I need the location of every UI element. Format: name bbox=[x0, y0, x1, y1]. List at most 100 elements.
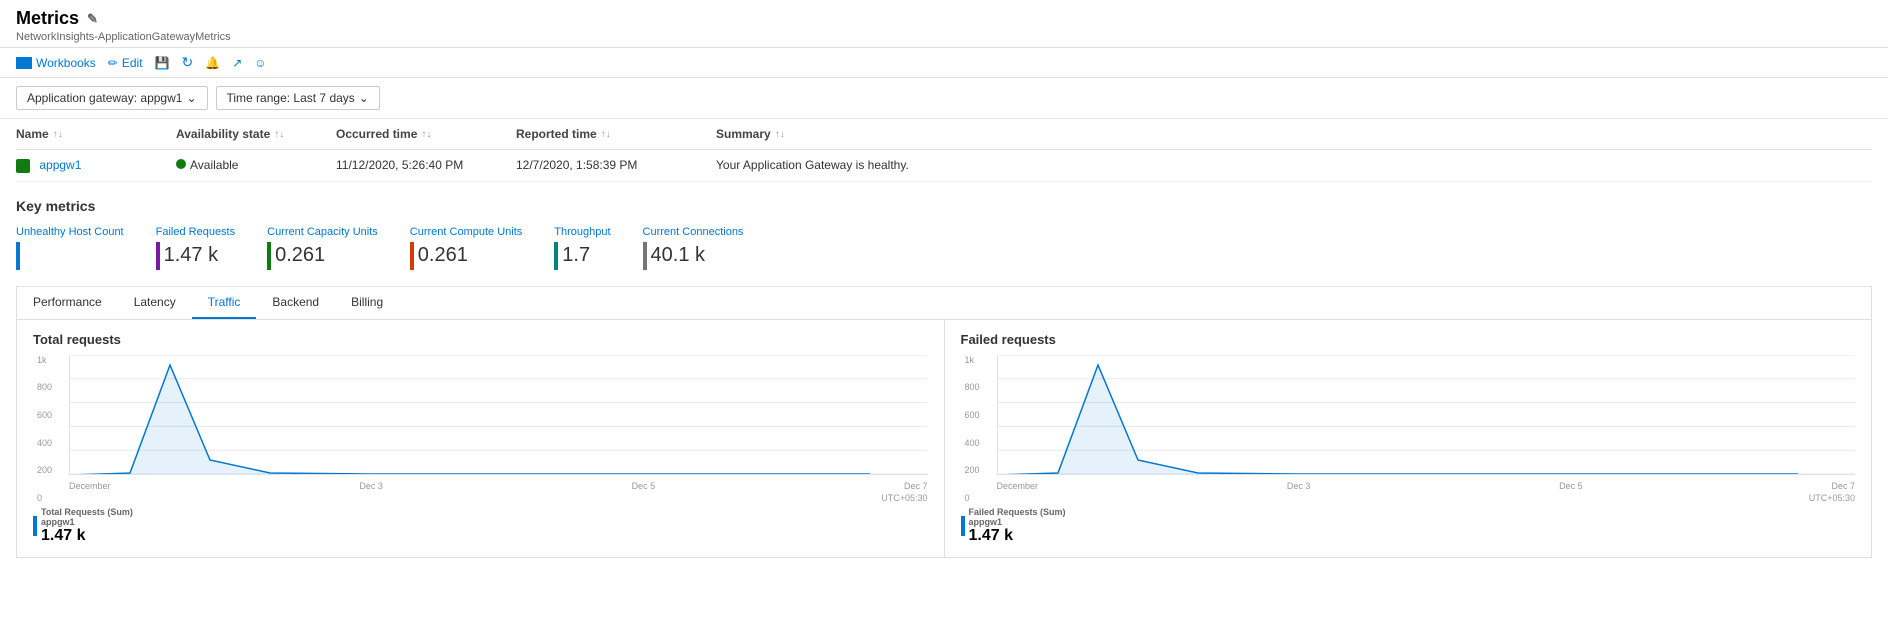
metric-unhealthy-label: Unhealthy Host Count bbox=[16, 226, 124, 238]
edit-pencil-icon[interactable]: ✎ bbox=[87, 11, 98, 27]
failed-requests-svg bbox=[998, 355, 1856, 474]
col-reported[interactable]: Reported time ↑↓ bbox=[516, 127, 716, 141]
charts-area: Total requests 1k 800 600 400 200 0 bbox=[17, 320, 1871, 557]
feedback-button[interactable]: ☺ bbox=[254, 56, 266, 70]
failed-requests-x-labels: December Dec 3 Dec 5 Dec 7 bbox=[997, 479, 1856, 493]
gateway-link[interactable]: appgw1 bbox=[39, 158, 81, 172]
failed-requests-title: Failed requests bbox=[961, 332, 1856, 347]
legend-bar-blue-failed bbox=[961, 516, 965, 536]
failed-requests-legend: Failed Requests (Sum) appgw1 1.47 k bbox=[961, 507, 1856, 545]
metric-bar-blue bbox=[16, 242, 20, 270]
failed-requests-chart bbox=[997, 355, 1856, 475]
gateway-icon bbox=[16, 159, 30, 173]
row-name[interactable]: appgw1 bbox=[16, 158, 176, 173]
metric-capacity-label: Current Capacity Units bbox=[267, 226, 378, 238]
col-actions bbox=[1792, 127, 1872, 141]
page-title: Metrics ✎ bbox=[16, 8, 1872, 29]
metric-failed-value: 1.47 k bbox=[156, 242, 236, 270]
metric-compute-label: Current Compute Units bbox=[410, 226, 523, 238]
key-metrics-title: Key metrics bbox=[16, 198, 1872, 214]
tab-traffic[interactable]: Traffic bbox=[192, 287, 257, 319]
metric-compute-units: Current Compute Units 0.261 bbox=[410, 226, 523, 270]
failed-requests-utc: UTC+05:30 bbox=[997, 493, 1856, 503]
alerts-button[interactable]: 🔔 bbox=[205, 56, 220, 70]
total-requests-utc: UTC+05:30 bbox=[69, 493, 928, 503]
metric-capacity-units: Current Capacity Units 0.261 bbox=[267, 226, 378, 270]
row-summary: Your Application Gateway is healthy. bbox=[716, 158, 1792, 172]
key-metrics-section: Key metrics Unhealthy Host Count Failed … bbox=[0, 182, 1888, 278]
bell-icon: 🔔 bbox=[205, 56, 220, 70]
tab-latency[interactable]: Latency bbox=[118, 287, 192, 319]
gateway-filter[interactable]: Application gateway: appgw1 ⌄ bbox=[16, 86, 208, 110]
breadcrumb: NetworkInsights-ApplicationGatewayMetric… bbox=[16, 31, 1872, 43]
title-text: Metrics bbox=[16, 8, 79, 29]
alerts-table: Name ↑↓ Availability state ↑↓ Occurred t… bbox=[0, 119, 1888, 182]
refresh-icon: ↻ bbox=[182, 54, 194, 71]
col-occurred[interactable]: Occurred time ↑↓ bbox=[336, 127, 516, 141]
workbooks-label: Workbooks bbox=[36, 56, 96, 70]
status-dot-available bbox=[176, 159, 186, 169]
col-name[interactable]: Name ↑↓ bbox=[16, 127, 176, 141]
metric-connections-value: 40.1 k bbox=[643, 242, 744, 270]
row-reported: 12/7/2020, 1:58:39 PM bbox=[516, 158, 716, 172]
tab-backend[interactable]: Backend bbox=[256, 287, 335, 319]
metrics-row: Unhealthy Host Count Failed Requests 1.4… bbox=[16, 226, 1872, 270]
chevron-down-icon: ⌄ bbox=[186, 91, 196, 105]
tab-billing[interactable]: Billing bbox=[335, 287, 399, 319]
metric-capacity-value: 0.261 bbox=[267, 242, 378, 270]
total-requests-title: Total requests bbox=[33, 332, 928, 347]
toolbar: Workbooks ✏ Edit 💾 ↻ 🔔 ↗ ☺ bbox=[0, 48, 1888, 78]
share-icon: ↗ bbox=[232, 56, 242, 70]
chevron-down-icon: ⌄ bbox=[359, 91, 369, 105]
tabs-section: Performance Latency Traffic Backend Bill… bbox=[16, 286, 1872, 558]
metric-failed-requests: Failed Requests 1.47 k bbox=[156, 226, 236, 270]
edit-label: Edit bbox=[122, 56, 143, 70]
filters-bar: Application gateway: appgw1 ⌄ Time range… bbox=[0, 78, 1888, 119]
total-requests-panel: Total requests 1k 800 600 400 200 0 bbox=[17, 320, 944, 557]
failed-requests-legend-value: Failed Requests (Sum) appgw1 1.47 k bbox=[961, 507, 1856, 545]
failed-requests-chart-wrapper: 1k 800 600 400 200 0 bbox=[997, 355, 1856, 503]
failed-requests-panel: Failed requests 1k 800 600 400 200 0 bbox=[945, 320, 1872, 557]
metric-throughput: Throughput 1.7 bbox=[554, 226, 610, 270]
tabs-bar: Performance Latency Traffic Backend Bill… bbox=[17, 287, 1871, 320]
metric-throughput-value: 1.7 bbox=[554, 242, 610, 270]
row-availability: Available bbox=[176, 158, 336, 172]
legend-bar-blue bbox=[33, 516, 37, 536]
metric-bar-teal bbox=[554, 242, 558, 270]
row-occurred: 11/12/2020, 5:26:40 PM bbox=[336, 158, 516, 172]
save-button[interactable]: 💾 bbox=[155, 56, 170, 70]
save-icon: 💾 bbox=[155, 56, 170, 70]
metric-unhealthy-host: Unhealthy Host Count bbox=[16, 226, 124, 270]
total-requests-legend-value: Total Requests (Sum) appgw1 1.47 k bbox=[33, 507, 928, 545]
metric-compute-value: 0.261 bbox=[410, 242, 523, 270]
tab-performance[interactable]: Performance bbox=[17, 287, 118, 319]
metric-connections: Current Connections 40.1 k bbox=[643, 226, 744, 270]
table-row: appgw1 Available 11/12/2020, 5:26:40 PM … bbox=[16, 150, 1872, 182]
total-requests-x-labels: December Dec 3 Dec 5 Dec 7 bbox=[69, 479, 928, 493]
metric-connections-label: Current Connections bbox=[643, 226, 744, 238]
workbooks-icon bbox=[16, 57, 32, 69]
total-requests-y-labels: 1k 800 600 400 200 0 bbox=[37, 355, 52, 503]
share-button[interactable]: ↗ bbox=[232, 56, 242, 70]
gateway-filter-label: Application gateway: appgw1 bbox=[27, 91, 182, 105]
top-bar: Metrics ✎ NetworkInsights-ApplicationGat… bbox=[0, 0, 1888, 48]
edit-icon: ✏ bbox=[108, 56, 118, 70]
total-requests-legend: Total Requests (Sum) appgw1 1.47 k bbox=[33, 507, 928, 545]
col-availability[interactable]: Availability state ↑↓ bbox=[176, 127, 336, 141]
time-range-filter-label: Time range: Last 7 days bbox=[227, 91, 355, 105]
metric-bar-green bbox=[267, 242, 271, 270]
workbooks-button[interactable]: Workbooks bbox=[16, 56, 96, 70]
refresh-button[interactable]: ↻ bbox=[182, 54, 194, 71]
metric-bar-purple bbox=[156, 242, 160, 270]
edit-button[interactable]: ✏ Edit bbox=[108, 56, 143, 70]
smile-icon: ☺ bbox=[254, 56, 266, 70]
total-requests-chart bbox=[69, 355, 928, 475]
table-header: Name ↑↓ Availability state ↑↓ Occurred t… bbox=[16, 119, 1872, 150]
total-requests-chart-wrapper: 1k 800 600 400 200 0 bbox=[69, 355, 928, 503]
time-range-filter[interactable]: Time range: Last 7 days ⌄ bbox=[216, 86, 380, 110]
metric-unhealthy-value bbox=[16, 242, 124, 270]
metric-throughput-label: Throughput bbox=[554, 226, 610, 238]
col-summary[interactable]: Summary ↑↓ bbox=[716, 127, 1792, 141]
metric-bar-orange bbox=[410, 242, 414, 270]
failed-requests-y-labels: 1k 800 600 400 200 0 bbox=[965, 355, 980, 503]
